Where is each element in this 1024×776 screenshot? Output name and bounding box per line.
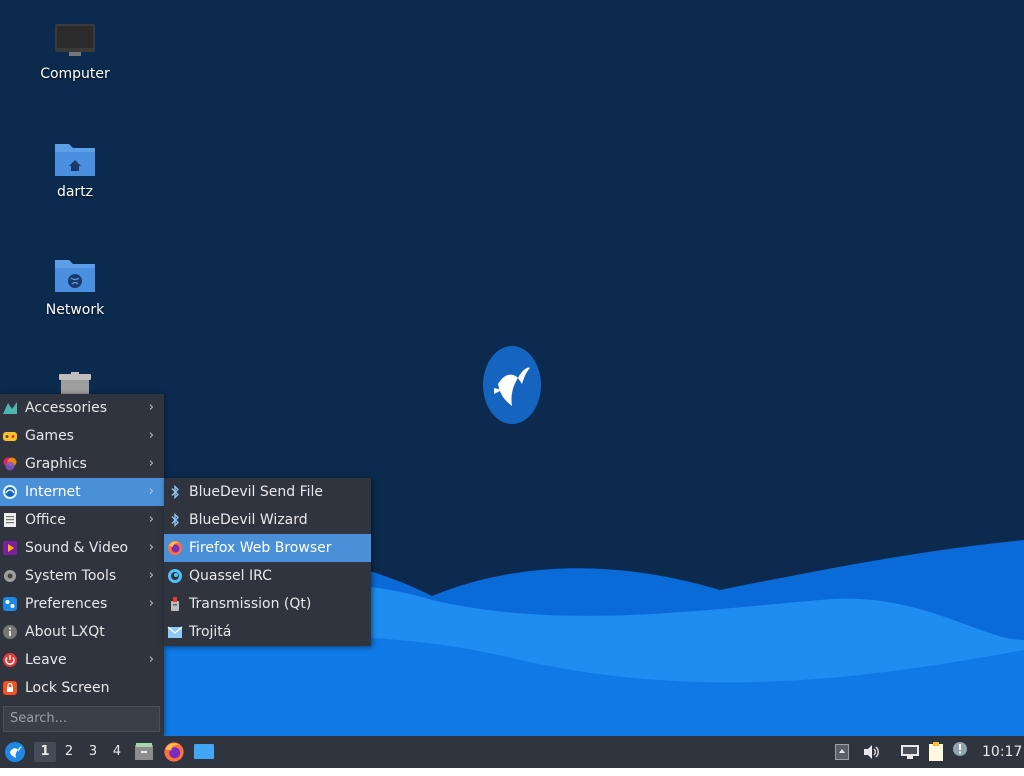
internet-submenu: BlueDevil Send File BlueDevil Wizard Fir…	[164, 478, 371, 646]
accessories-icon	[3, 402, 17, 414]
submenu-item-trojita[interactable]: Trojitá	[164, 618, 371, 646]
workspace-1[interactable]: 1	[34, 742, 56, 762]
computer-icon	[55, 24, 95, 56]
desktop-icon	[194, 744, 214, 759]
menu-item-label: About LXQt	[25, 624, 105, 640]
lock-icon	[3, 681, 17, 695]
tray-clipboard[interactable]	[926, 736, 948, 768]
quassel-icon	[168, 569, 182, 583]
desktop-icon-home[interactable]: dartz	[20, 138, 130, 200]
menu-item-label: System Tools	[25, 568, 117, 584]
menu-item-label: Graphics	[25, 456, 87, 472]
desktop-icon-label: dartz	[56, 184, 94, 200]
menu-item-label: Internet	[25, 484, 81, 500]
menu-item-graphics[interactable]: Graphics ›	[0, 450, 164, 478]
taskbar: 1 2 3 4 10:17	[0, 736, 1024, 768]
menu-item-label: Office	[25, 512, 66, 528]
submenu-item-label: BlueDevil Wizard	[189, 512, 308, 528]
menu-item-internet[interactable]: Internet ›	[0, 478, 164, 506]
menu-item-label: Games	[25, 428, 74, 444]
show-hidden-icon	[835, 744, 849, 760]
menu-item-label: Sound & Video	[25, 540, 129, 556]
menu-search-input[interactable]: Search...	[3, 706, 160, 732]
submenu-item-label: BlueDevil Send File	[189, 484, 324, 500]
desktop-icon-computer[interactable]: Computer	[20, 20, 130, 82]
file-manager-icon	[135, 743, 153, 760]
office-icon	[4, 513, 16, 527]
graphics-icon	[3, 457, 17, 471]
volume-icon	[864, 745, 879, 759]
tray-volume[interactable]	[863, 736, 883, 768]
submenu-item-quassel[interactable]: Quassel IRC	[164, 562, 371, 590]
menu-item-preferences[interactable]: Preferences ›	[0, 590, 164, 618]
lubuntu-logo	[483, 346, 541, 424]
menu-item-accessories[interactable]: Accessories ›	[0, 394, 164, 422]
lubuntu-start-icon	[5, 742, 25, 762]
home-folder-icon	[55, 144, 95, 176]
chevron-right-icon: ›	[148, 596, 154, 611]
workspace-3[interactable]: 3	[82, 742, 104, 762]
quicklaunch-show-desktop[interactable]	[193, 736, 215, 768]
chevron-right-icon: ›	[148, 428, 154, 443]
update-notifier-icon	[953, 742, 967, 756]
submenu-item-bluedevil-wizard[interactable]: BlueDevil Wizard	[164, 506, 371, 534]
menu-item-sound-video[interactable]: Sound & Video ›	[0, 534, 164, 562]
menu-item-label: Preferences	[25, 596, 108, 612]
submenu-item-transmission[interactable]: Transmission (Qt)	[164, 590, 371, 618]
tray-network[interactable]	[900, 736, 920, 768]
tray-update-notifier[interactable]	[952, 736, 972, 768]
network-icon	[901, 745, 919, 759]
submenu-item-label: Firefox Web Browser	[189, 540, 332, 556]
power-icon	[3, 653, 17, 667]
chevron-right-icon: ›	[148, 484, 154, 499]
menu-item-lock-screen[interactable]: Lock Screen	[0, 674, 164, 702]
tray-show-hidden[interactable]	[835, 736, 853, 768]
desktop-icon-label: Computer	[40, 66, 110, 82]
quicklaunch-file-manager[interactable]	[134, 736, 156, 768]
desktop-icon-label: Network	[45, 302, 105, 318]
application-menu: Accessories › Games › Graphics › Interne…	[0, 394, 164, 736]
submenu-item-label: Transmission (Qt)	[189, 596, 312, 612]
system-tools-icon	[4, 570, 16, 582]
trash-icon	[59, 372, 91, 394]
chevron-right-icon: ›	[148, 512, 154, 527]
chevron-right-icon: ›	[148, 652, 154, 667]
preferences-icon	[3, 597, 17, 611]
menu-item-label: Lock Screen	[25, 680, 110, 696]
chevron-right-icon: ›	[148, 400, 154, 415]
menu-item-office[interactable]: Office ›	[0, 506, 164, 534]
menu-item-system-tools[interactable]: System Tools ›	[0, 562, 164, 590]
bluetooth-icon	[171, 512, 179, 528]
chevron-right-icon: ›	[148, 456, 154, 471]
sound-video-icon	[3, 541, 17, 555]
submenu-item-bluedevil-send-file[interactable]: BlueDevil Send File	[164, 478, 371, 506]
mail-icon	[167, 626, 183, 638]
menu-item-label: Leave	[25, 652, 67, 668]
clipboard-icon	[929, 742, 943, 761]
firefox-icon	[164, 742, 184, 762]
chevron-right-icon: ›	[148, 568, 154, 583]
submenu-item-label: Quassel IRC	[189, 568, 272, 584]
network-folder-icon	[55, 260, 95, 292]
bluetooth-icon	[171, 484, 179, 500]
clock[interactable]: 10:17	[982, 736, 1022, 768]
menu-item-about-lxqt[interactable]: About LXQt	[0, 618, 164, 646]
internet-icon	[3, 485, 17, 499]
menu-item-label: Accessories	[25, 400, 108, 416]
start-menu-button[interactable]	[4, 736, 28, 768]
submenu-item-firefox[interactable]: Firefox Web Browser	[164, 534, 371, 562]
quicklaunch-firefox[interactable]	[163, 736, 185, 768]
submenu-item-label: Trojitá	[189, 624, 232, 640]
games-icon	[3, 432, 17, 441]
chevron-right-icon: ›	[148, 540, 154, 555]
menu-item-games[interactable]: Games ›	[0, 422, 164, 450]
workspace-4[interactable]: 4	[106, 742, 128, 762]
menu-item-leave[interactable]: Leave ›	[0, 646, 164, 674]
firefox-icon	[168, 541, 182, 555]
workspace-2[interactable]: 2	[58, 742, 80, 762]
transmission-icon	[171, 597, 179, 611]
desktop-icon-network[interactable]: Network	[20, 256, 130, 318]
info-icon	[3, 625, 17, 639]
